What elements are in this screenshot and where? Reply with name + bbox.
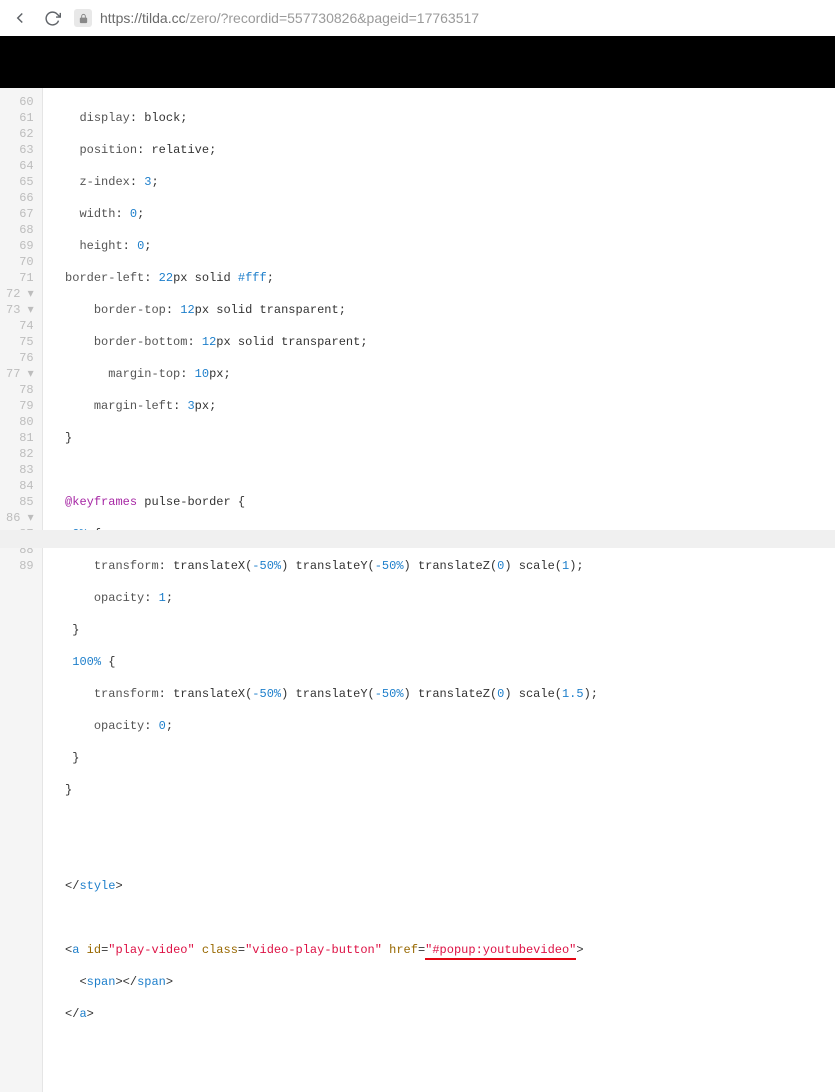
- line-number: 83: [4, 462, 36, 478]
- line-number: 78: [4, 382, 36, 398]
- line-number: 80: [4, 414, 36, 430]
- page-header-blackbar: [0, 36, 835, 88]
- line-number: 76: [4, 350, 36, 366]
- code-line: margin-left: 3px;: [51, 398, 598, 414]
- code-line: }: [51, 430, 598, 446]
- code-line: [51, 846, 598, 862]
- code-line: [51, 462, 598, 478]
- code-line: border-top: 12px solid transparent;: [51, 302, 598, 318]
- line-number: 85: [4, 494, 36, 510]
- code-line: opacity: 0;: [51, 718, 598, 734]
- code-line: margin-top: 10px;: [51, 366, 598, 382]
- line-number: 64: [4, 158, 36, 174]
- code-line: <span></span>: [51, 974, 598, 990]
- line-number: 75: [4, 334, 36, 350]
- line-number: 72 ▾: [4, 286, 36, 302]
- address-bar[interactable]: https://tilda.cc/zero/?recordid=55773082…: [74, 9, 825, 27]
- line-number: 63: [4, 142, 36, 158]
- code-line: </style>: [51, 878, 598, 894]
- line-number: 62: [4, 126, 36, 142]
- code-line: [51, 1038, 598, 1054]
- line-number: 89: [4, 558, 36, 574]
- line-number: 74: [4, 318, 36, 334]
- code-line: 100% {: [51, 654, 598, 670]
- code-editor[interactable]: 60616263646566676869707172 ▾73 ▾74757677…: [0, 88, 835, 1092]
- line-number: 82: [4, 446, 36, 462]
- line-number: 60: [4, 94, 36, 110]
- code-line: position: relative;: [51, 142, 598, 158]
- code-line: display: block;: [51, 110, 598, 126]
- footer-gap: [0, 530, 835, 548]
- highlighted-href-value: "#popup:youtubevideo": [425, 943, 576, 960]
- browser-toolbar: https://tilda.cc/zero/?recordid=55773082…: [0, 0, 835, 36]
- code-line: [51, 910, 598, 926]
- code-line: }: [51, 622, 598, 638]
- code-line: transform: translateX(-50%) translateY(-…: [51, 558, 598, 574]
- code-line: [51, 814, 598, 830]
- code-line: width: 0;: [51, 206, 598, 222]
- url-text: https://tilda.cc/zero/?recordid=55773082…: [100, 10, 479, 26]
- lock-icon: [74, 9, 92, 27]
- code-line: }: [51, 782, 598, 798]
- line-number: 68: [4, 222, 36, 238]
- reload-button[interactable]: [42, 8, 62, 28]
- code-line: z-index: 3;: [51, 174, 598, 190]
- code-line: transform: translateX(-50%) translateY(-…: [51, 686, 598, 702]
- line-number: 65: [4, 174, 36, 190]
- code-line: opacity: 1;: [51, 590, 598, 606]
- line-number: 81: [4, 430, 36, 446]
- line-number: 79: [4, 398, 36, 414]
- line-number: 67: [4, 206, 36, 222]
- line-number: 66: [4, 190, 36, 206]
- code-line: height: 0;: [51, 238, 598, 254]
- line-number: 73 ▾: [4, 302, 36, 318]
- back-button[interactable]: [10, 8, 30, 28]
- line-number-gutter: 60616263646566676869707172 ▾73 ▾74757677…: [0, 88, 43, 1092]
- code-line: border-left: 22px solid #fff;: [51, 270, 598, 286]
- code-line: <a id="play-video" class="video-play-but…: [51, 942, 598, 958]
- code-content[interactable]: display: block; position: relative; z-in…: [43, 88, 598, 1092]
- code-line: @keyframes pulse-border {: [51, 494, 598, 510]
- line-number: 77 ▾: [4, 366, 36, 382]
- code-line: border-bottom: 12px solid transparent;: [51, 334, 598, 350]
- line-number: 86 ▾: [4, 510, 36, 526]
- line-number: 84: [4, 478, 36, 494]
- code-line: </a>: [51, 1006, 598, 1022]
- line-number: 71: [4, 270, 36, 286]
- line-number: 61: [4, 110, 36, 126]
- code-line: }: [51, 750, 598, 766]
- line-number: 70: [4, 254, 36, 270]
- line-number: 69: [4, 238, 36, 254]
